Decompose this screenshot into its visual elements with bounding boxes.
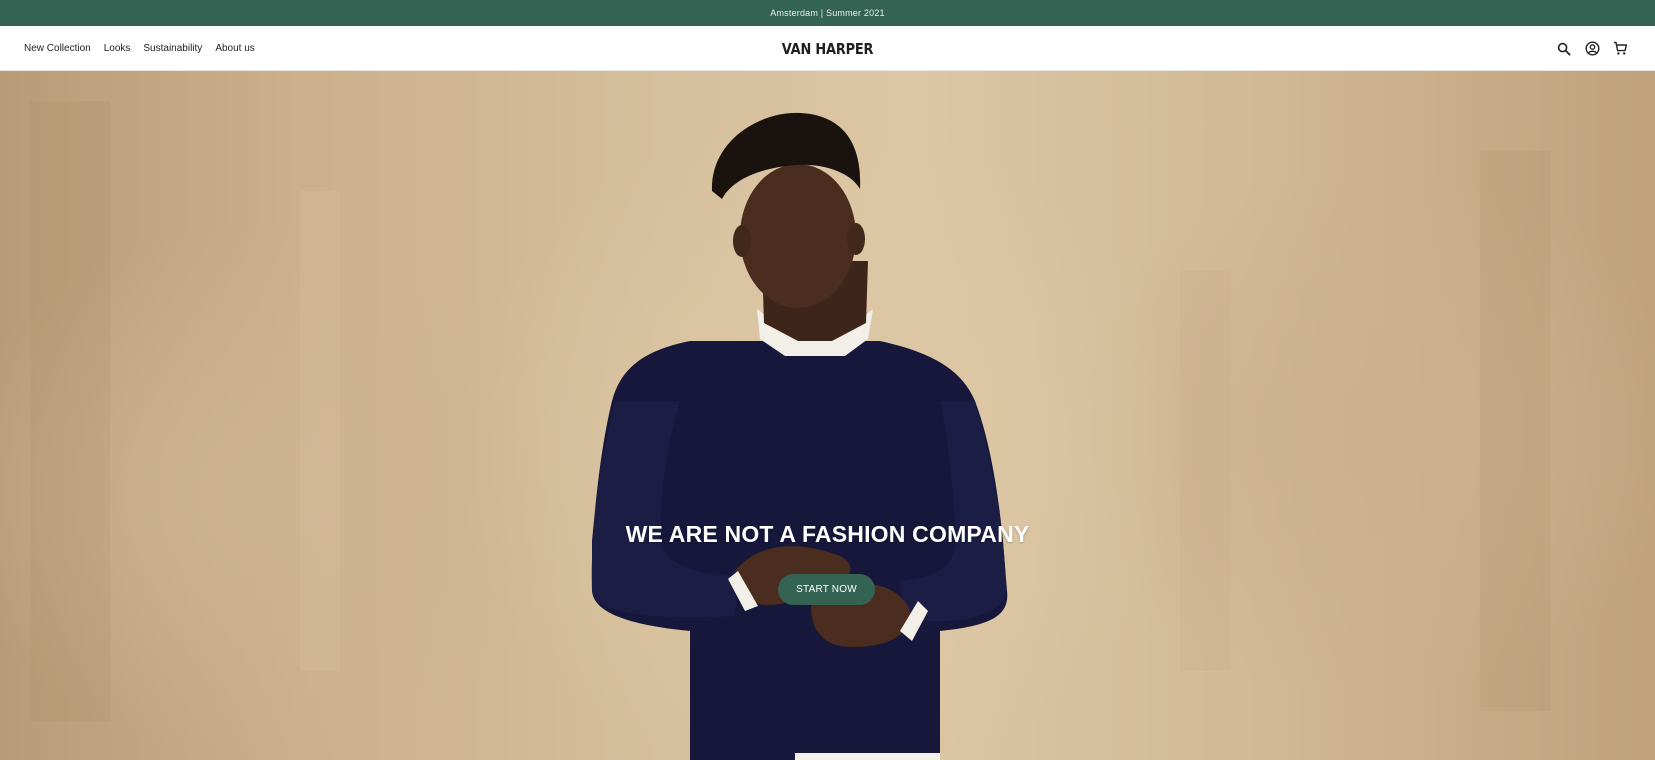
- search-icon[interactable]: [1556, 41, 1572, 57]
- main-nav: New Collection Looks Sustainability Abou…: [24, 26, 255, 71]
- announcement-bar: Amsterdam | Summer 2021: [0, 0, 1655, 26]
- announcement-text: Amsterdam | Summer 2021: [770, 8, 885, 18]
- logo-wrapper: VAN HARPER: [116, 26, 1539, 71]
- account-icon[interactable]: [1584, 41, 1600, 57]
- hero-section: WE ARE NOT A FASHION COMPANY START NOW: [0, 71, 1655, 760]
- header-icons: [1556, 26, 1628, 71]
- nav-about-us[interactable]: About us: [215, 43, 254, 54]
- cart-icon[interactable]: [1612, 41, 1628, 57]
- hero-model-image: [30, 101, 1550, 760]
- site-header: New Collection Looks Sustainability Abou…: [0, 26, 1655, 71]
- hero-title: WE ARE NOT A FASHION COMPANY: [625, 521, 1030, 547]
- nav-sustainability[interactable]: Sustainability: [143, 43, 202, 54]
- nav-new-collection[interactable]: New Collection: [24, 43, 91, 54]
- site-logo[interactable]: VAN HARPER: [782, 40, 874, 58]
- nav-looks[interactable]: Looks: [104, 43, 131, 54]
- start-now-button[interactable]: START NOW: [778, 574, 875, 605]
